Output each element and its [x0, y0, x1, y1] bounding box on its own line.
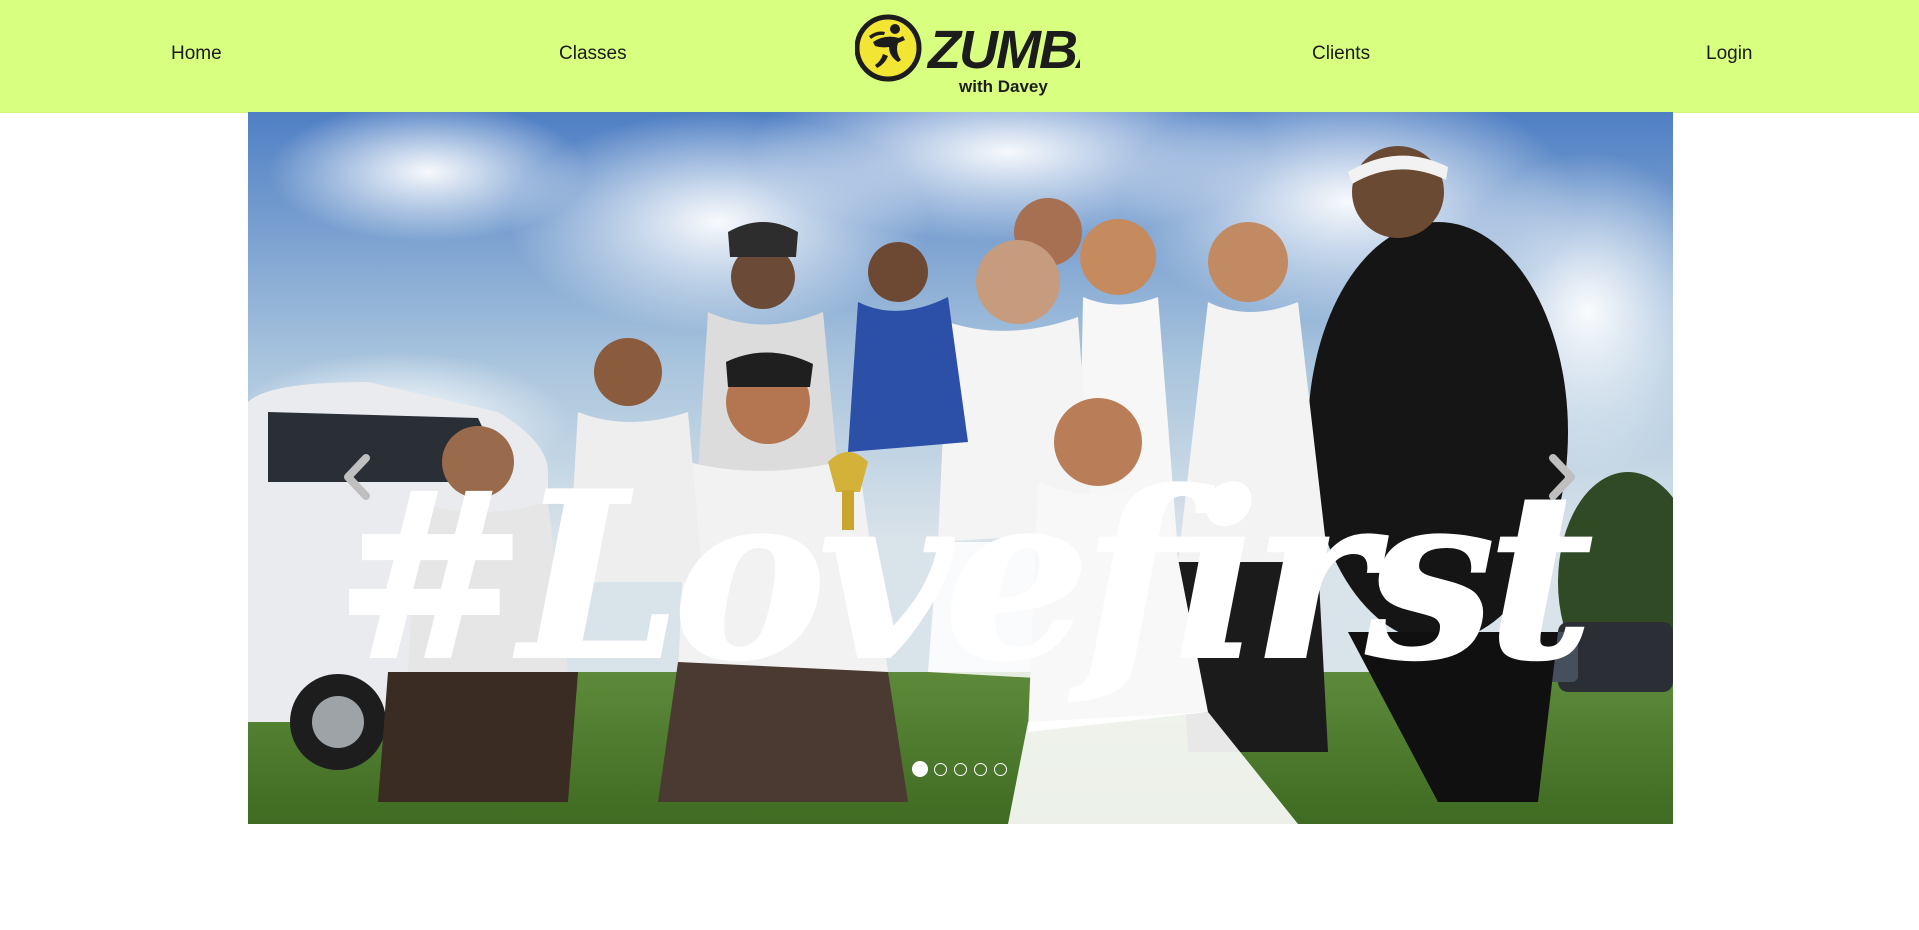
chevron-right-icon — [1549, 454, 1575, 500]
carousel-indicator-3[interactable] — [954, 763, 967, 776]
zumba-logo[interactable]: ZUMBA with Davey — [854, 12, 1115, 100]
nav-classes-link[interactable]: Classes — [559, 42, 627, 66]
carousel-next-button[interactable] — [1531, 442, 1591, 512]
chevron-left-icon — [344, 454, 370, 500]
carousel-indicator-5[interactable] — [994, 763, 1007, 776]
nav-clients-link[interactable]: Clients — [1312, 42, 1370, 66]
nav-home-link[interactable]: Home — [171, 42, 222, 66]
carousel-indicator-1[interactable] — [912, 761, 928, 777]
zumba-dancer-logo-icon — [854, 14, 922, 82]
carousel-prev-button[interactable] — [328, 442, 388, 512]
carousel-indicator-4[interactable] — [974, 763, 987, 776]
top-navbar: Home Classes ZUMBA with Davey Clients Lo… — [0, 0, 1919, 113]
carousel-indicator-2[interactable] — [934, 763, 947, 776]
logo-brand-text: ZUMBA — [926, 20, 1080, 80]
logo-tagline-text: with Davey — [958, 77, 1048, 96]
nav-login-link[interactable]: Login — [1706, 42, 1753, 66]
hero-carousel[interactable]: #Lovefirst — [248, 112, 1673, 824]
slide-group-photo — [248, 112, 1673, 824]
